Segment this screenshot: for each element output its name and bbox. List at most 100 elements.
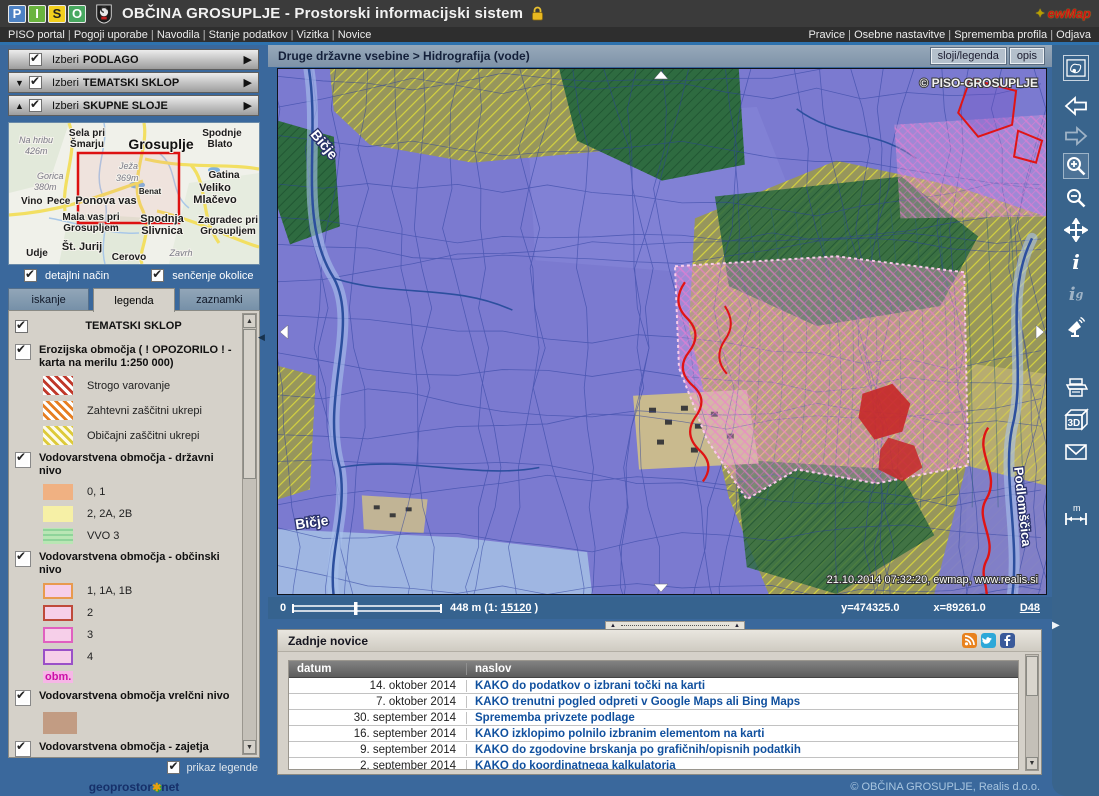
legend-item: 3 xyxy=(43,627,239,643)
scrollbar-thumb[interactable] xyxy=(243,329,256,479)
menu-odjava[interactable]: Odjava xyxy=(1047,29,1091,41)
erozijska-checkbox[interactable] xyxy=(15,344,31,360)
news-expand-icon[interactable]: ▶ xyxy=(1052,620,1060,631)
minimap-label: Vino xyxy=(21,196,42,207)
menu-pogoji-uporabe[interactable]: Pogoji uporabe xyxy=(65,29,148,41)
rss-icon[interactable] xyxy=(962,633,977,648)
scale-slider-thumb[interactable] xyxy=(354,602,358,615)
news-link[interactable]: KAKO izklopimo polnilo izbranim elemento… xyxy=(467,728,1018,740)
facebook-icon[interactable] xyxy=(1000,633,1015,648)
pan-icon[interactable] xyxy=(1063,217,1089,243)
handle-up-icon: ▲ xyxy=(734,623,740,629)
minimap-label: 426m xyxy=(25,146,48,156)
scale-value-link[interactable]: 15120 xyxy=(501,602,532,614)
prikaz-legende-option[interactable]: prikaz legende xyxy=(167,761,258,774)
tab-iskanje[interactable]: iskanje xyxy=(8,288,89,310)
legend-item: 1, 1A, 1B xyxy=(43,583,239,599)
detajlni-nacin-checkbox[interactable] xyxy=(24,269,37,282)
legend-group-vrelcni: Vodovarstvena območja vrelčni nivo xyxy=(15,689,239,734)
piso-logo[interactable]: P I S O xyxy=(8,5,86,23)
news-link[interactable]: Sprememba privzete podlage xyxy=(467,712,1018,724)
legend-item: VVO 3 xyxy=(43,528,239,544)
scrollbar-thumb[interactable] xyxy=(1026,656,1038,696)
select-skupne-sloje-bar[interactable]: ▲ Izberi SKUPNE SLOJE ▶ xyxy=(8,95,259,116)
select-podlago-bar[interactable]: Izberi PODLAGO ▶ xyxy=(8,49,259,70)
scroll-down-icon[interactable]: ▼ xyxy=(243,740,256,754)
option-detajlni-nacin[interactable]: detajlni način xyxy=(24,269,109,282)
expand-right-icon[interactable]: ▶ xyxy=(244,99,252,112)
collapse-up-icon[interactable]: ▲ xyxy=(15,101,29,111)
obcinski-nivo-checkbox[interactable] xyxy=(15,551,31,567)
gps-icon[interactable] xyxy=(1063,313,1089,339)
option-sencenje-okolice[interactable]: senčenje okolice xyxy=(151,269,253,282)
legend-group-erozijska: Erozijska območja ( ! OPOZORILO ! - kart… xyxy=(15,343,239,445)
legend-item xyxy=(43,712,239,734)
map-area: Druge državne vsebine > Hidrografija (vo… xyxy=(268,45,1052,796)
news-link[interactable]: KAKO do podatkov o izbrani točki na kart… xyxy=(467,680,1018,692)
app-header: P I S O OBČINA GROSUPLJE - Prostorski in… xyxy=(0,0,1099,27)
view-3d-icon[interactable]: 3D xyxy=(1063,407,1089,433)
menu-novice[interactable]: Novice xyxy=(329,29,372,41)
news-link[interactable]: KAKO trenutni pogled odpreti v Google Ma… xyxy=(467,696,1018,708)
overview-extent-icon[interactable] xyxy=(1063,55,1089,81)
measure-icon[interactable]: m xyxy=(1063,501,1089,527)
sencenje-okolice-checkbox[interactable] xyxy=(151,269,164,282)
minimap-label: Benat xyxy=(139,187,162,196)
minimap-label: 380m xyxy=(34,182,57,192)
zoom-out-icon[interactable] xyxy=(1063,185,1089,211)
identify-group-icon[interactable]: ig xyxy=(1063,281,1089,307)
vvo-2-swatch xyxy=(43,506,73,522)
collapse-down-icon[interactable]: ▼ xyxy=(15,78,29,88)
tematski-sklop-checkbox[interactable] xyxy=(15,320,28,333)
news-link[interactable]: KAKO do zgodovine brskanja po grafičnih/… xyxy=(467,744,1018,756)
news-link[interactable]: KAKO do koordinatnega kalkulatorja xyxy=(467,760,1018,771)
print-icon[interactable] xyxy=(1063,375,1089,401)
scale-slider[interactable] xyxy=(292,602,442,615)
menu-stanje-podatkov[interactable]: Stanje podatkov xyxy=(200,29,288,41)
podlago-checkbox[interactable] xyxy=(29,53,42,66)
forward-arrow-icon[interactable] xyxy=(1063,123,1089,149)
sidebar-collapse-icon[interactable]: ◀ xyxy=(258,332,265,343)
scroll-down-icon[interactable]: ▼ xyxy=(1026,757,1038,770)
legend-scrollbar[interactable]: ▲ ▼ xyxy=(242,313,257,755)
sloji-legenda-button[interactable]: sloji/legenda xyxy=(931,48,1006,64)
menu-osebne-nastavitve[interactable]: Osebne nastavitve xyxy=(845,29,945,41)
expand-right-icon[interactable]: ▶ xyxy=(244,53,252,66)
skupne-checkbox[interactable] xyxy=(29,99,42,112)
scroll-up-icon[interactable]: ▲ xyxy=(243,314,256,328)
tab-zaznamki[interactable]: zaznamki xyxy=(179,288,260,310)
zoom-in-icon[interactable] xyxy=(1063,153,1089,179)
menu-piso-portal[interactable]: PISO portal xyxy=(8,29,65,41)
ewmap-logo: ✦ewMap xyxy=(1035,6,1091,21)
sidebar: Izberi PODLAGO ▶ ▼ Izberi TEMATSKI SKLOP… xyxy=(0,45,268,796)
zajetja-checkbox[interactable] xyxy=(15,741,31,757)
twitter-icon[interactable] xyxy=(981,633,996,648)
handle-up-icon: ▲ xyxy=(610,623,616,629)
menu-pravice[interactable]: Pravice xyxy=(808,29,845,41)
prikaz-legende-checkbox[interactable] xyxy=(167,761,180,774)
expand-right-icon[interactable]: ▶ xyxy=(244,76,252,89)
overview-minimap[interactable]: Na hribu 426m Sela pri Šmarju Grosuplje … xyxy=(8,122,260,265)
menu-sprememba-profila[interactable]: Sprememba profila xyxy=(945,29,1047,41)
piso-logo-letter: O xyxy=(68,5,86,23)
news-panel: Zadnje novice datu xyxy=(277,629,1042,775)
zahtevni-ukrepi-swatch xyxy=(43,401,73,420)
tematski-checkbox[interactable] xyxy=(29,76,42,89)
datum-link[interactable]: D48 xyxy=(1020,602,1040,614)
select-tematski-sklop-bar[interactable]: ▼ Izberi TEMATSKI SKLOP ▶ xyxy=(8,72,259,93)
drzavni-nivo-checkbox[interactable] xyxy=(15,452,31,468)
news-scrollbar[interactable]: ▼ xyxy=(1025,654,1039,771)
vrelcni-nivo-checkbox[interactable] xyxy=(15,690,31,706)
geoprostor-logo[interactable]: geoprostor✱net xyxy=(0,780,268,794)
minimap-label: Grosupljem xyxy=(200,226,256,237)
identify-icon[interactable]: i xyxy=(1063,249,1089,275)
opis-button[interactable]: opis xyxy=(1010,48,1044,64)
tab-legenda[interactable]: legenda xyxy=(93,288,174,312)
menu-vizitka[interactable]: Vizitka xyxy=(288,29,329,41)
back-arrow-icon[interactable] xyxy=(1063,93,1089,119)
map-canvas[interactable]: Bičje Bičje Podlomščica © PISO-GROSUPLJE… xyxy=(277,68,1047,595)
menu-navodila[interactable]: Navodila xyxy=(148,29,200,41)
ewmap-star-icon: ✦ xyxy=(1035,7,1044,20)
minimap-label: Mlačevo xyxy=(193,194,237,206)
mail-icon[interactable] xyxy=(1063,439,1089,465)
